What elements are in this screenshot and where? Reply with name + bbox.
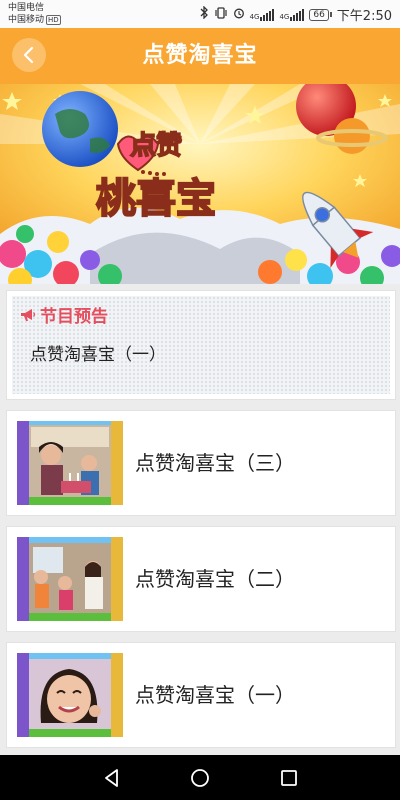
clock: 下午2:50	[336, 9, 392, 24]
system-navigation-bar	[0, 755, 400, 800]
episode-title: 点赞淘喜宝（一）	[135, 683, 295, 707]
network-label-2: 4G	[279, 12, 290, 21]
episode-title: 点赞淘喜宝（三）	[135, 451, 295, 475]
bluetooth-icon	[200, 5, 209, 23]
signal-icon-2	[290, 8, 305, 21]
episode-list-item[interactable]: 点赞淘喜宝（二）	[6, 526, 396, 632]
episode-list-item[interactable]: 点赞淘喜宝（三）	[6, 410, 396, 516]
episode-thumbnail	[17, 653, 123, 737]
nav-recents-button[interactable]	[277, 766, 301, 790]
vibrate-icon	[214, 6, 228, 23]
nav-home-button[interactable]	[188, 766, 212, 790]
status-bar: 中国电信 中国移动 HD 4G 4G 66 下午2:50	[0, 0, 400, 28]
chevron-left-icon	[23, 46, 34, 64]
alarm-icon	[233, 7, 245, 23]
hd-badge: HD	[46, 15, 61, 25]
notice-title: 节目预告	[40, 307, 108, 327]
episode-title: 点赞淘喜宝（二）	[135, 567, 295, 591]
square-recents-icon	[281, 770, 297, 786]
banner-logo-line1: 点赞	[130, 130, 182, 161]
network-label-1: 4G	[249, 12, 260, 21]
app-header: 点赞淘喜宝	[0, 28, 400, 84]
episode-thumbnail	[17, 421, 123, 505]
megaphone-icon	[21, 308, 36, 321]
page-title: 点赞淘喜宝	[142, 43, 258, 68]
carrier-1: 中国电信	[8, 3, 45, 13]
carrier-info: 中国电信 中国移动 HD	[8, 2, 61, 26]
battery-level: 66	[309, 8, 329, 21]
circle-home-icon	[191, 769, 209, 787]
notice-item[interactable]: 点赞淘喜宝（一）	[30, 340, 166, 365]
back-button[interactable]	[12, 38, 46, 72]
banner-illustration: 点赞 桃喜宝	[0, 84, 400, 284]
episode-thumbnail	[17, 537, 123, 621]
triangle-back-icon	[105, 769, 118, 787]
banner-logo-line2: 桃喜宝	[96, 176, 216, 222]
program-banner[interactable]: 点赞 桃喜宝	[0, 84, 400, 284]
program-notice-card: 节目预告 点赞淘喜宝（一）	[6, 290, 396, 400]
nav-back-button[interactable]	[100, 766, 124, 790]
battery-icon: 66	[309, 8, 332, 21]
carrier-2: 中国移动	[8, 15, 45, 25]
episode-list-item[interactable]: 点赞淘喜宝（一）	[6, 642, 396, 748]
signal-icon	[260, 8, 275, 21]
